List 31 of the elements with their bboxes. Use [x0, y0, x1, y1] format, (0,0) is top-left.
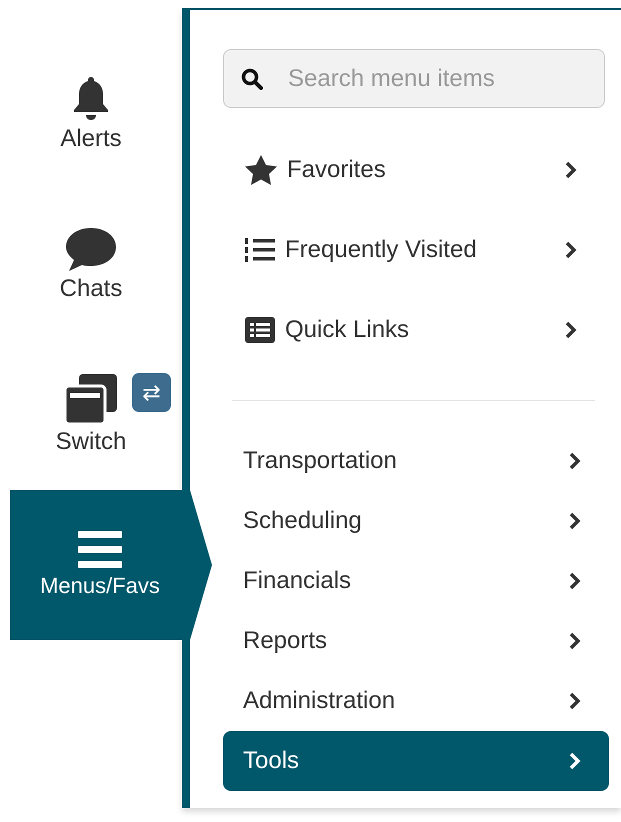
menu-item[interactable]: Tools: [223, 731, 609, 791]
stacked-windows-icon: [65, 374, 117, 424]
sidebar-tab[interactable]: Alerts: [0, 40, 182, 190]
menu-item[interactable]: Financials: [223, 551, 609, 611]
star-icon: [245, 155, 277, 185]
menu-item[interactable]: Favorites: [223, 130, 605, 210]
sidebar-tab[interactable]: Chats: [0, 190, 182, 340]
menu-item[interactable]: Frequently Visited: [223, 210, 605, 290]
search-field[interactable]: Search menu items: [223, 49, 605, 108]
chevron-right-icon: [569, 752, 581, 770]
menu-item[interactable]: Reports: [223, 611, 609, 671]
switch-badge[interactable]: ⇄: [132, 373, 171, 412]
menu-item[interactable]: Quick Links: [223, 290, 605, 370]
chevron-right-icon: [565, 241, 577, 259]
chevron-right-icon: [569, 632, 581, 650]
menu-item[interactable]: Transportation: [223, 431, 609, 491]
chevron-right-icon: [569, 572, 581, 590]
chevron-right-icon: [569, 692, 581, 710]
sidebar-tab[interactable]: Menus/Favs: [10, 490, 212, 640]
bell-icon: [72, 77, 109, 121]
chevron-right-icon: [569, 452, 581, 470]
numbered-list-icon: [245, 237, 275, 263]
sidebar-tab[interactable]: Switch ⇄: [0, 340, 182, 490]
menu-item[interactable]: Scheduling: [223, 491, 609, 551]
list-card-icon: [245, 317, 275, 343]
speech-bubble-icon: [64, 227, 117, 271]
chevron-right-icon: [565, 161, 577, 179]
chevron-right-icon: [569, 512, 581, 530]
menu-item[interactable]: Administration: [223, 671, 609, 731]
chevron-right-icon: [565, 321, 577, 339]
menu-icon: [78, 531, 122, 569]
